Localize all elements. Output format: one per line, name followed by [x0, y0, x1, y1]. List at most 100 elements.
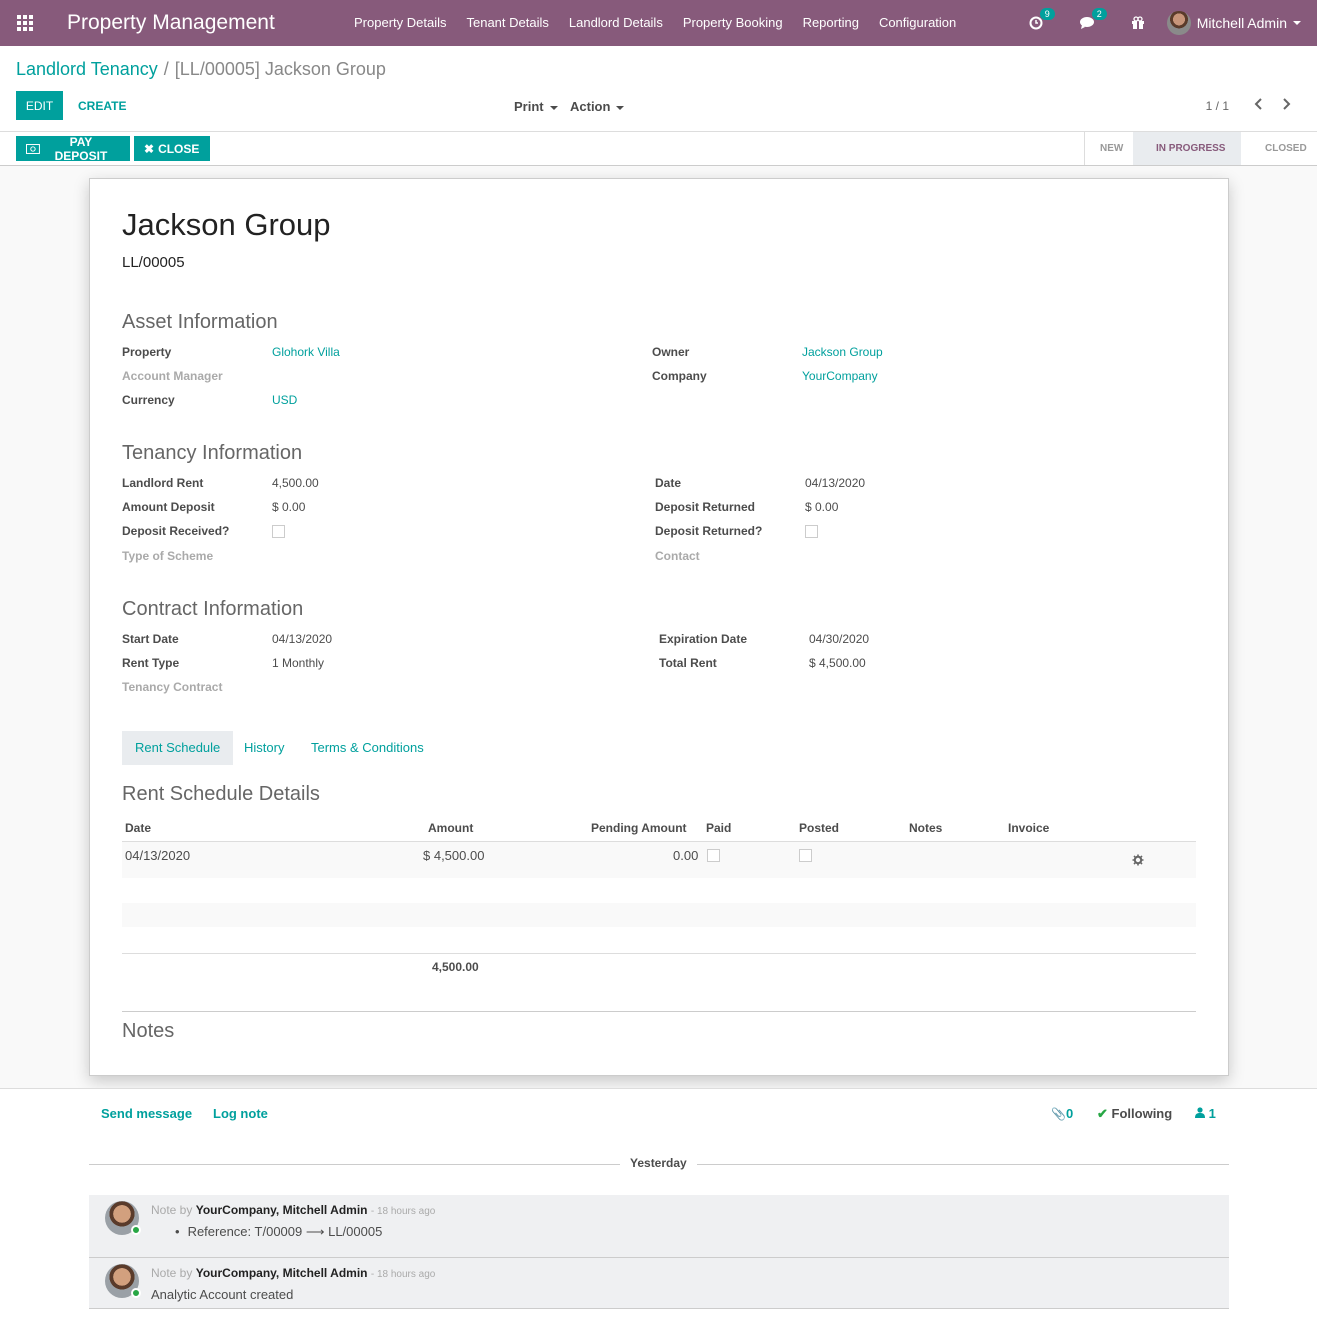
following-button[interactable]: ✔ Following: [1097, 1106, 1172, 1122]
column-posted[interactable]: Posted: [799, 821, 839, 835]
message-body: • Reference: T/00009 ⟶ LL/00005: [175, 1224, 382, 1240]
pager-value: 1 / 1: [1205, 99, 1229, 113]
expiration-date-value: 04/30/2020: [809, 632, 870, 646]
owner-link[interactable]: Jackson Group: [802, 345, 883, 359]
row-paid-checkbox[interactable]: [707, 849, 720, 862]
table-footer-divider: [122, 953, 1196, 954]
row-amount: $ 4,500.00: [423, 848, 485, 863]
chevron-down-icon: [549, 105, 558, 110]
chevron-down-icon: [616, 105, 625, 110]
send-message-button[interactable]: Send message: [101, 1106, 192, 1121]
message-header: Note by YourCompany, Mitchell Admin - 18…: [151, 1266, 435, 1280]
messages-badge: 2: [1091, 8, 1107, 20]
user-icon: [1195, 1107, 1205, 1118]
company-link[interactable]: YourCompany: [802, 369, 878, 383]
breadcrumb: Landlord Tenancy / [LL/00005] Jackson Grou…: [16, 59, 386, 80]
menu-configuration[interactable]: Configuration: [869, 0, 966, 46]
date-value: 04/13/2020: [805, 476, 866, 490]
chevron-right-icon[interactable]: [1278, 96, 1294, 112]
log-note-button[interactable]: Log note: [213, 1106, 268, 1121]
messages-icon[interactable]: 2: [1079, 8, 1107, 30]
notes-title: Notes: [122, 1020, 175, 1042]
money-icon: [26, 143, 40, 154]
menu-landlord-details[interactable]: Landlord Details: [559, 0, 673, 46]
message-header: Note by YourCompany, Mitchell Admin - 18…: [151, 1203, 435, 1217]
user-menu[interactable]: Mitchell Admin: [1166, 11, 1301, 35]
menu-reporting[interactable]: Reporting: [793, 0, 869, 46]
online-status-icon: [131, 1225, 141, 1235]
currency-link[interactable]: USD: [272, 393, 297, 407]
message-text: Analytic Account created: [151, 1287, 294, 1302]
activity-badge: 9: [1039, 8, 1055, 20]
tab-rent-schedule[interactable]: Rent Schedule: [122, 731, 234, 765]
company-label: Company: [652, 369, 707, 383]
start-date-value: 04/13/2020: [272, 632, 333, 646]
status-bar: PAY DEPOSIT ✖ CLOSE NEW IN PROGRESS CLOS…: [0, 132, 1317, 166]
tab-terms-conditions[interactable]: Terms & Conditions: [298, 731, 437, 765]
activity-icon[interactable]: 9: [1029, 8, 1055, 30]
print-label: Print: [514, 99, 544, 114]
breadcrumb-parent[interactable]: Landlord Tenancy: [16, 59, 158, 79]
menu-property-booking[interactable]: Property Booking: [673, 0, 793, 46]
user-name: Mitchell Admin: [1196, 15, 1287, 31]
edit-button[interactable]: EDIT: [16, 91, 63, 120]
row-pending-amount: 0.00: [673, 848, 699, 863]
chatter-message: Note by YourCompany, Mitchell Admin - 18…: [89, 1258, 1229, 1309]
apps-menu-icon[interactable]: [0, 0, 50, 46]
notes-divider: [122, 1011, 1196, 1012]
column-paid[interactable]: Paid: [706, 821, 731, 835]
form-sheet: Jackson Group LL/00005 Asset Information…: [89, 178, 1229, 1076]
print-dropdown[interactable]: Print: [514, 99, 558, 114]
followers-count: 1: [1208, 1106, 1216, 1121]
chevron-down-icon: [1293, 21, 1301, 25]
table-row[interactable]: [122, 842, 1196, 878]
stage-new[interactable]: NEW: [1085, 132, 1133, 165]
record-reference: LL/00005: [122, 254, 185, 271]
chevron-left-icon[interactable]: [1251, 96, 1267, 112]
record-title: Jackson Group: [122, 207, 331, 242]
column-notes[interactable]: Notes: [909, 821, 942, 835]
pay-deposit-button[interactable]: PAY DEPOSIT: [16, 135, 130, 163]
tab-history[interactable]: History: [231, 731, 297, 765]
column-amount[interactable]: Amount: [428, 821, 473, 835]
column-date[interactable]: Date: [125, 821, 151, 835]
rent-type-value: 1 Monthly: [272, 656, 325, 670]
table-total: 4,500.00: [432, 960, 479, 974]
gear-icon[interactable]: [1132, 854, 1144, 869]
action-dropdown[interactable]: Action: [570, 99, 625, 114]
message-text: Reference: T/00009 ⟶ LL/00005: [187, 1224, 383, 1239]
attachments-button[interactable]: 📎0: [1051, 1106, 1073, 1121]
stage-in-progress[interactable]: IN PROGRESS: [1133, 132, 1241, 165]
gift-icon[interactable]: [1131, 16, 1145, 30]
row-posted-checkbox[interactable]: [799, 849, 812, 862]
contact-label: Contact: [655, 549, 700, 563]
message-author[interactable]: YourCompany, Mitchell Admin: [196, 1266, 368, 1280]
total-rent-value: $ 4,500.00: [809, 656, 866, 670]
account-manager-label: Account Manager: [122, 369, 223, 383]
property-link[interactable]: Glohork Villa: [272, 345, 340, 359]
day-label: Yesterday: [620, 1156, 697, 1170]
deposit-returned-checkbox[interactable]: [805, 525, 818, 538]
column-pending-amount[interactable]: Pending Amount: [591, 821, 687, 835]
message-author[interactable]: YourCompany, Mitchell Admin: [196, 1203, 368, 1217]
menu-property-details[interactable]: Property Details: [344, 0, 456, 46]
create-button[interactable]: CREATE: [70, 91, 134, 120]
menu-tenant-details[interactable]: Tenant Details: [456, 0, 558, 46]
column-invoice[interactable]: Invoice: [1008, 821, 1049, 835]
rent-schedule-title: Rent Schedule Details: [122, 783, 320, 805]
deposit-returned-amount-label: Deposit Returned: [655, 500, 756, 514]
row-date: 04/13/2020: [125, 848, 191, 863]
main-menu: Property Details Tenant Details Landlord…: [344, 0, 966, 46]
total-rent-label: Total Rent: [659, 656, 717, 670]
landlord-rent-label: Landlord Rent: [122, 476, 204, 490]
close-button[interactable]: ✖ CLOSE: [134, 136, 210, 161]
stage-closed[interactable]: CLOSED: [1241, 132, 1317, 165]
amount-deposit-label: Amount Deposit: [122, 500, 215, 514]
user-avatar: [1166, 11, 1191, 35]
check-icon: ✔: [1097, 1106, 1108, 1121]
currency-label: Currency: [122, 393, 175, 407]
followers-button[interactable]: 1: [1195, 1106, 1216, 1121]
close-label: CLOSE: [158, 141, 200, 156]
deposit-received-checkbox[interactable]: [272, 525, 285, 538]
tenancy-contract-label: Tenancy Contract: [122, 680, 223, 694]
